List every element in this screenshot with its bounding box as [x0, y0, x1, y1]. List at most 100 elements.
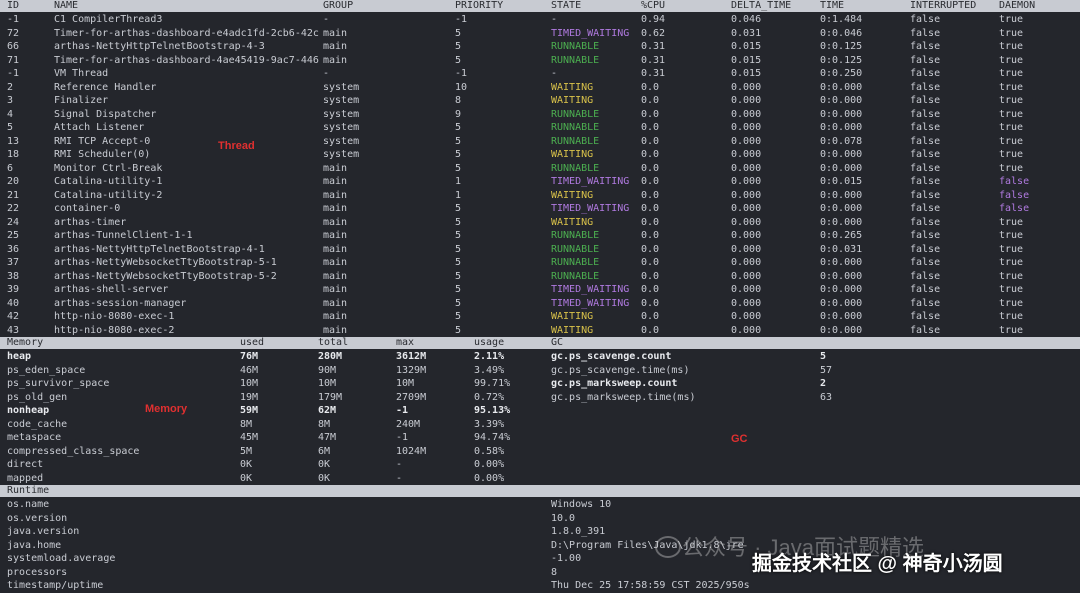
thread-cell: VM Thread [54, 68, 109, 79]
thread-cell: arthas-NettyWebsocketTtyBootstrap-5-1 [54, 257, 277, 268]
thread-cell: 5 [455, 270, 462, 282]
thread-cell: 0.015 [731, 68, 762, 79]
thread-cell: 0.0 [641, 270, 660, 282]
thread-cell: 5 [455, 135, 462, 147]
thread-row: 25 arthas-TunnelClient-1-1 main 5 RUNNABLE 0.… [0, 229, 1080, 243]
thread-cell: 0.0 [641, 135, 660, 147]
thread-cell: true [999, 311, 1024, 322]
thread-cell: 0:1.484 [820, 14, 863, 25]
gc-section-label: GC [731, 433, 748, 445]
memory-cell: 1024M [396, 445, 427, 457]
thread-cell: RUNNABLE [551, 243, 600, 255]
thread-cell: false [999, 203, 1030, 214]
gc-row: gc.ps_marksweep.count 2 [0, 377, 1080, 391]
thread-cell: 5 [455, 216, 462, 228]
thread-cell: arthas-TunnelClient-1-1 [54, 230, 193, 241]
runtime-cell: Thu Dec 25 17:58:59 CST 2025/950s [551, 580, 750, 591]
memory-cell: 0K [240, 472, 253, 484]
thread-cell: http-nio-8080-exec-2 [54, 324, 175, 336]
thread-cell: 5 [7, 122, 14, 133]
thread-cell: 24 [7, 216, 20, 228]
thread-cell: 5 [455, 230, 462, 241]
memory-cell: 62M [318, 405, 337, 416]
column-header: TIME [820, 0, 845, 11]
thread-cell: false [910, 108, 941, 120]
thread-cell: 0:0.000 [820, 162, 863, 174]
thread-cell: 0.0 [641, 108, 660, 120]
column-header: max [396, 337, 415, 348]
thread-cell: true [999, 68, 1024, 79]
column-header: Memory [7, 337, 44, 348]
thread-cell: 66 [7, 41, 20, 52]
thread-cell: 37 [7, 257, 20, 268]
thread-cell: 0:0.000 [820, 284, 863, 295]
memory-cell: metaspace [7, 432, 62, 443]
column-header: ID [7, 0, 20, 11]
thread-cell: 0.0 [641, 176, 660, 187]
thread-cell: main [323, 176, 348, 187]
thread-cell: 0.046 [731, 14, 762, 25]
thread-cell: 20 [7, 176, 20, 187]
thread-cell: WAITING [551, 149, 594, 160]
thread-row: 21 Catalina-utility-2 main 1 WAITING 0.0 0.000… [0, 189, 1080, 203]
thread-cell: 0:0.000 [820, 108, 863, 120]
thread-cell: 0.0 [641, 216, 660, 228]
thread-cell: 0.0 [641, 324, 660, 336]
thread-cell: RUNNABLE [551, 135, 600, 147]
thread-row: 13 RMI TCP Accept-0 system 5 RUNNABLE 0.0 0.00… [0, 135, 1080, 149]
thread-cell: true [999, 95, 1024, 106]
thread-cell: false [910, 14, 941, 25]
memory-cell: 0K [318, 472, 331, 484]
thread-cell: 0.000 [731, 135, 762, 147]
memory-cell: 3.39% [474, 418, 505, 430]
thread-cell: false [910, 311, 941, 322]
thread-cell: Catalina-utility-2 [54, 189, 163, 201]
thread-cell: 0:0.265 [820, 230, 863, 241]
gc-cell: gc.ps_marksweep.count [551, 378, 678, 389]
thread-row: 3 Finalizer system 8 WAITING 0.0 0.000 0:0.000 f… [0, 94, 1080, 108]
thread-cell: 0:0.125 [820, 41, 863, 52]
thread-cell: container-0 [54, 203, 121, 214]
thread-row: 6 Monitor Ctrl-Break main 5 RUNNABLE 0.0 0.000… [0, 162, 1080, 176]
memory-cell: - [396, 459, 403, 470]
memory-cell: 240M [396, 418, 421, 430]
thread-cell: true [999, 324, 1024, 336]
thread-cell: true [999, 243, 1024, 255]
thread-row: 4 Signal Dispatcher system 9 RUNNABLE 0.0 0.00… [0, 108, 1080, 122]
thread-cell: 0:0.000 [820, 95, 863, 106]
thread-cell: Timer-for-arthas-dashboard-e4adc1fd-2cb6… [54, 27, 319, 39]
memory-cell: 8M [318, 418, 331, 430]
thread-cell: main [323, 203, 348, 214]
thread-cell: 72 [7, 27, 20, 39]
memory-row: direct 0K 0K - 0.00% [0, 458, 1080, 472]
runtime-cell: os.name [7, 499, 50, 510]
thread-cell: Monitor Ctrl-Break [54, 162, 163, 174]
thread-cell: false [910, 135, 941, 147]
thread-cell: system [323, 108, 360, 120]
memory-row: code_cache 8M 8M 240M 3.39% [0, 418, 1080, 432]
thread-cell: false [910, 81, 941, 93]
memory-cell: 6M [318, 445, 331, 457]
thread-row: 24 arthas-timer main 5 WAITING 0.0 0.000 0:0.00… [0, 216, 1080, 230]
thread-cell: 0:0.000 [820, 122, 863, 133]
thread-cell: main [323, 284, 348, 295]
thread-cell: 42 [7, 311, 20, 322]
thread-cell: 5 [455, 297, 462, 309]
thread-cell: main [323, 162, 348, 174]
thread-row: 20 Catalina-utility-1 main 1 TIMED_WAITING 0.… [0, 175, 1080, 189]
memory-cell: -1 [396, 432, 409, 443]
thread-cell: 0:0.000 [820, 149, 863, 160]
thread-cell: 9 [455, 108, 462, 120]
thread-cell: WAITING [551, 189, 594, 201]
column-header: used [240, 337, 265, 348]
thread-row: 39 arthas-shell-server main 5 TIMED_WAITING 0… [0, 283, 1080, 297]
thread-cell: 5 [455, 257, 462, 268]
thread-cell: TIMED_WAITING [551, 284, 630, 295]
thread-cell: false [910, 243, 941, 255]
column-header: usage [474, 337, 505, 348]
column-header: INTERRUPTED [910, 0, 977, 11]
thread-cell: 0:0.125 [820, 54, 863, 66]
thread-cell: true [999, 122, 1024, 133]
gc-row: gc.ps_scavenge.count 5 [0, 350, 1080, 364]
memory-cell: 0K [318, 459, 331, 470]
